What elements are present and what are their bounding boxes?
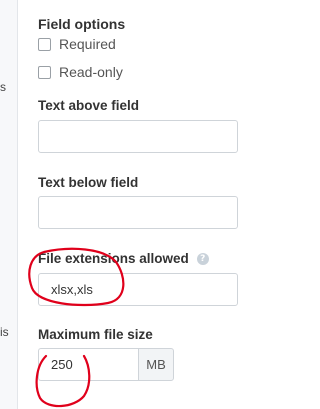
- field-options-title: Field options: [38, 16, 126, 32]
- required-option[interactable]: Required: [38, 36, 116, 52]
- file-extensions-label-row: File extensions allowed ?: [38, 251, 209, 266]
- text-below-label: Text below field: [38, 175, 139, 190]
- readonly-label: Read-only: [59, 64, 123, 80]
- left-panel-text-fragment: s: [0, 80, 6, 94]
- text-above-input[interactable]: [38, 120, 238, 153]
- required-checkbox[interactable]: [38, 37, 51, 51]
- question-circle-icon[interactable]: ?: [196, 252, 209, 265]
- left-panel-text-fragment: is: [0, 325, 9, 339]
- field-settings-panel: Field options Required Read-only Text ab…: [18, 0, 238, 409]
- max-file-size-input[interactable]: 250: [38, 348, 138, 381]
- left-panel-edge: [0, 0, 18, 409]
- readonly-checkbox[interactable]: [38, 65, 51, 79]
- text-below-input[interactable]: [38, 196, 238, 229]
- file-extensions-label: File extensions allowed: [38, 251, 189, 266]
- readonly-option[interactable]: Read-only: [38, 64, 123, 80]
- required-label: Required: [59, 36, 116, 52]
- file-extensions-input[interactable]: xlsx,xls: [38, 273, 238, 306]
- max-file-size-label: Maximum file size: [38, 327, 153, 342]
- file-size-unit-addon: MB: [138, 348, 174, 381]
- text-above-label: Text above field: [38, 98, 140, 113]
